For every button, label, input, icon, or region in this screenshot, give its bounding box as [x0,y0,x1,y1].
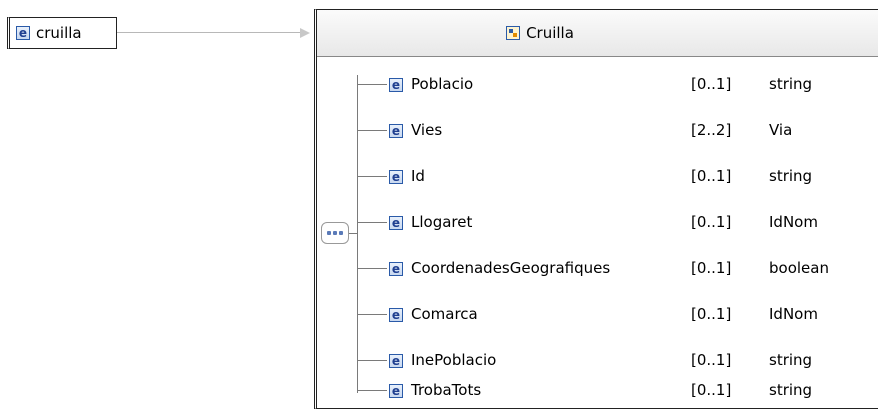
element-row-id[interactable]: e Id [0..1] string [357,162,877,192]
element-cardinality: [2..2] [691,121,732,139]
connector-line [117,32,305,33]
complex-type-header: Cruilla [317,10,878,57]
element-type: IdNom [769,305,818,323]
element-name: Poblacio [411,75,474,93]
element-icon: e [389,124,403,138]
element-type: Via [769,121,793,139]
element-name: TrobaTots [411,381,482,399]
element-row-trobatots[interactable]: e TrobaTots [0..1] string [357,376,877,406]
element-row-llogaret[interactable]: e Llogaret [0..1] IdNom [357,208,877,238]
connector-arrow-icon [300,28,310,38]
element-name: InePoblacio [411,351,497,369]
element-type: string [769,75,813,93]
element-row-poblacio[interactable]: e Poblacio [0..1] string [357,70,877,100]
element-type: string [769,167,813,185]
element-icon: e [389,170,403,184]
element-row-vies[interactable]: e Vies [2..2] Via [357,116,877,146]
element-type: string [769,381,813,399]
element-cardinality: [0..1] [691,381,732,399]
element-cardinality: [0..1] [691,305,732,323]
root-element-cruilla[interactable]: e cruilla [7,17,117,49]
element-name: Llogaret [411,213,473,231]
element-row-comarca[interactable]: e Comarca [0..1] IdNom [357,300,877,330]
element-icon: e [389,262,403,276]
complex-type-box[interactable]: Cruilla e Poblacio [0..1] string e Vies … [314,9,878,409]
element-icon: e [389,78,403,92]
element-icon: e [389,384,403,398]
complex-type-icon [506,26,521,40]
element-icon: e [389,308,403,322]
element-row-coordenadesgeografiques[interactable]: e CoordenadesGeografiques [0..1] boolean [357,254,877,284]
element-icon: e [389,354,403,368]
complex-type-title: Cruilla [526,24,574,42]
element-type: boolean [769,259,829,277]
element-name: CoordenadesGeografiques [411,259,611,277]
sequence-compositor-icon[interactable] [321,222,349,244]
element-name: Comarca [411,305,478,323]
element-cardinality: [0..1] [691,259,732,277]
sequence-stub-line [349,233,357,234]
element-name: Id [411,167,425,185]
element-cardinality: [0..1] [691,213,732,231]
element-cardinality: [0..1] [691,351,732,369]
element-row-inepoblacio[interactable]: e InePoblacio [0..1] string [357,346,877,376]
element-type: string [769,351,813,369]
element-type: IdNom [769,213,818,231]
element-cardinality: [0..1] [691,75,732,93]
element-icon: e [389,216,403,230]
root-element-label: cruilla [36,24,82,42]
element-cardinality: [0..1] [691,167,732,185]
element-name: Vies [411,121,443,139]
element-icon: e [16,26,30,40]
